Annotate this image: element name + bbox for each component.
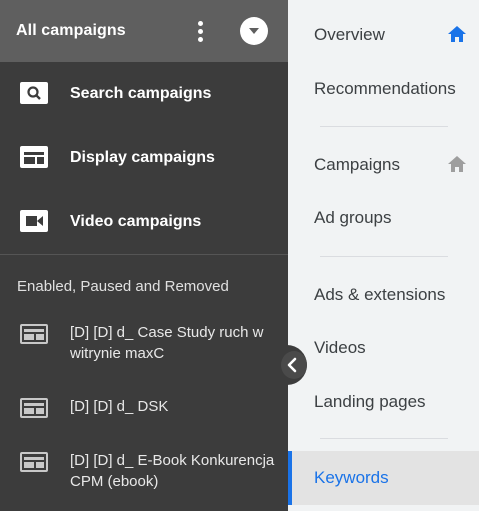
home-icon (448, 156, 466, 172)
page-navigation: Overview Recommendations Campaigns Ad gr… (288, 0, 479, 511)
display-icon (20, 398, 48, 418)
nav-item-keywords[interactable]: Keywords (288, 451, 479, 505)
nav-item-label: Campaigns (314, 155, 400, 174)
campaign-name: [D] [D] d_ DSK (70, 398, 169, 415)
nav-item-recommendations[interactable]: Recommendations (288, 62, 479, 116)
nav-item-label: Ad groups (314, 208, 392, 227)
campaign-picker-panel: All campaigns Search campaigns Display c… (0, 0, 288, 511)
divider (320, 438, 448, 439)
divider (320, 126, 448, 127)
nav-item-label: Ads & extensions (314, 285, 446, 304)
video-icon (20, 210, 48, 232)
status-filter-label: Enabled, Paused and Removed (17, 278, 229, 295)
nav-item-label: Landing pages (314, 392, 426, 411)
display-icon (20, 324, 48, 344)
divider (320, 256, 448, 257)
nav-item-label: Overview (314, 25, 385, 44)
campaign-picker-header[interactable]: All campaigns (0, 0, 288, 62)
campaign-type-video[interactable]: Video campaigns (0, 190, 288, 254)
nav-item-ads-extensions[interactable]: Ads & extensions (288, 268, 479, 322)
nav-item-ad-groups[interactable]: Ad groups (288, 191, 479, 245)
campaign-name: [D] [D] d_ E-Book Konkurencja CPM (ebook… (70, 452, 275, 490)
nav-item-overview[interactable]: Overview (288, 8, 479, 62)
campaign-type-search[interactable]: Search campaigns (0, 62, 288, 126)
home-icon (448, 26, 466, 42)
nav-item-videos[interactable]: Videos (288, 321, 479, 375)
campaign-type-label: Display campaigns (70, 149, 215, 166)
header-title: All campaigns (16, 22, 126, 39)
campaign-type-label: Search campaigns (70, 85, 212, 102)
nav-item-label: Keywords (314, 468, 389, 487)
display-icon (20, 146, 48, 168)
campaign-item[interactable]: [D] [D] d_ Case Study ruch w witrynie ma… (0, 322, 288, 370)
campaign-name: [D] [D] d_ Case Study ruch w witrynie ma… (70, 324, 264, 362)
chevron-left-icon (287, 357, 297, 373)
display-icon (20, 452, 48, 472)
more-options-icon[interactable] (192, 17, 208, 45)
nav-item-landing-pages[interactable]: Landing pages (288, 375, 479, 429)
dropdown-toggle-icon[interactable] (240, 17, 268, 45)
divider (0, 254, 288, 255)
campaign-item[interactable]: [D] [D] d_ DSK (0, 396, 288, 424)
nav-item-label: Recommendations (314, 79, 456, 98)
nav-item-label: Videos (314, 338, 366, 357)
search-icon (20, 82, 48, 104)
nav-item-campaigns[interactable]: Campaigns (288, 138, 479, 192)
campaign-type-display[interactable]: Display campaigns (0, 126, 288, 190)
campaign-item[interactable]: [D] [D] d_ E-Book Konkurencja CPM (ebook… (0, 450, 288, 498)
campaign-type-label: Video campaigns (70, 213, 202, 230)
